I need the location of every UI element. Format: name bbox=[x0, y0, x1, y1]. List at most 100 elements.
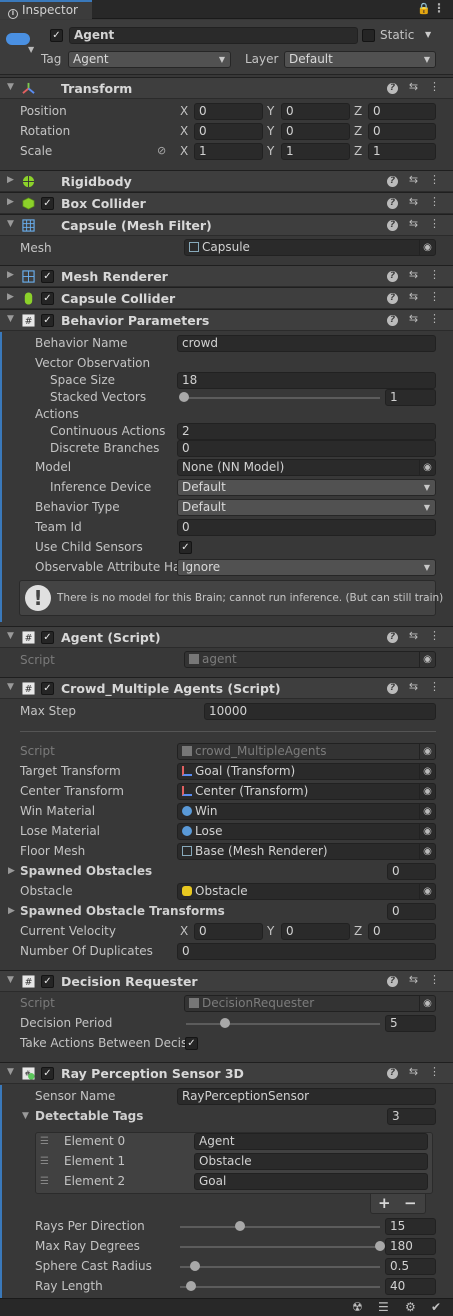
remove-element-button[interactable]: − bbox=[404, 1194, 417, 1212]
help-icon[interactable]: ? bbox=[387, 220, 398, 231]
fold-arrow-icon[interactable]: ▼ bbox=[7, 682, 14, 692]
object-picker-icon[interactable]: ◉ bbox=[419, 240, 435, 255]
fold-arrow-icon[interactable]: ▶ bbox=[7, 270, 14, 280]
component-enabled-checkbox[interactable]: ✓ bbox=[41, 631, 54, 644]
max-step-field[interactable]: 10000 bbox=[204, 703, 436, 720]
box-collider-header[interactable]: ▶ ✓ Box Collider ? ⇆ ⋮ bbox=[0, 192, 453, 214]
component-enabled-checkbox[interactable]: ✓ bbox=[41, 292, 54, 305]
kebab-icon[interactable]: ⋮ bbox=[424, 268, 445, 281]
fold-arrow-icon[interactable]: ▼ bbox=[7, 631, 14, 641]
help-icon[interactable]: ? bbox=[387, 683, 398, 694]
obstacle-field[interactable]: Obstacle ◉ bbox=[177, 883, 436, 900]
transform-header[interactable]: ▼ Transform ? ⇆ ⋮ bbox=[0, 77, 453, 99]
preset-icon[interactable]: ⇆ bbox=[403, 1065, 424, 1078]
rotation-z-field[interactable]: 0 bbox=[368, 123, 436, 140]
floor-mesh-field[interactable]: Base (Mesh Renderer) ◉ bbox=[177, 843, 436, 860]
gameobject-name-field[interactable]: Agent bbox=[69, 27, 358, 44]
team-id-field[interactable]: 0 bbox=[177, 519, 436, 536]
decision-period-slider[interactable] bbox=[186, 1023, 380, 1025]
tag-dropdown[interactable]: Agent bbox=[68, 51, 231, 68]
scale-x-field[interactable]: 1 bbox=[194, 143, 263, 160]
object-picker-icon[interactable]: ◉ bbox=[419, 884, 435, 899]
ray-length-slider[interactable] bbox=[180, 1286, 380, 1288]
kebab-icon[interactable]: ⋮ bbox=[424, 173, 445, 186]
fold-arrow-icon[interactable]: ▶ bbox=[7, 175, 14, 185]
fold-arrow-icon[interactable]: ▼ bbox=[7, 219, 14, 229]
lock-icon[interactable]: 🔒 bbox=[417, 2, 431, 15]
help-icon[interactable]: ? bbox=[387, 293, 398, 304]
sphere-cast-radius-slider[interactable] bbox=[180, 1266, 380, 1268]
kebab-icon[interactable]: ⋮ bbox=[424, 629, 445, 642]
component-enabled-checkbox[interactable]: ✓ bbox=[41, 975, 54, 988]
kebab-menu-icon[interactable]: ⋮ bbox=[433, 1, 445, 15]
decision-requester-header[interactable]: ▼ # ✓ Decision Requester ? ⇆ ⋮ bbox=[0, 970, 453, 992]
agent-script-header[interactable]: ▼ # ✓ Agent (Script) ? ⇆ ⋮ bbox=[0, 626, 453, 648]
mesh-renderer-header[interactable]: ▶ ✓ Mesh Renderer ? ⇆ ⋮ bbox=[0, 265, 453, 287]
discrete-branches-field[interactable]: 0 bbox=[177, 440, 436, 457]
scale-z-field[interactable]: 1 bbox=[368, 143, 436, 160]
number-of-duplicates-field[interactable]: 0 bbox=[177, 943, 436, 960]
help-icon[interactable]: ? bbox=[387, 315, 398, 326]
preset-icon[interactable]: ⇆ bbox=[403, 290, 424, 303]
crowd-script-header[interactable]: ▼ # ✓ Crowd_Multiple Agents (Script) ? ⇆ ⋮ bbox=[0, 677, 453, 699]
fold-arrow-icon[interactable]: ▶ bbox=[8, 866, 15, 876]
help-icon[interactable]: ? bbox=[387, 1068, 398, 1079]
velocity-x-field[interactable]: 0 bbox=[194, 923, 263, 940]
help-icon[interactable]: ? bbox=[387, 176, 398, 187]
ray-length-knob[interactable] bbox=[186, 1281, 196, 1291]
preset-icon[interactable]: ⇆ bbox=[403, 680, 424, 693]
kebab-icon[interactable]: ⋮ bbox=[424, 80, 445, 93]
icon-dropdown-icon[interactable]: ▼ bbox=[28, 45, 34, 54]
constrain-proportions-icon[interactable]: ⊘ bbox=[157, 144, 166, 157]
stacked-vectors-slider[interactable] bbox=[184, 397, 380, 399]
static-checkbox[interactable] bbox=[362, 29, 375, 42]
max-ray-degrees-field[interactable]: 180 bbox=[385, 1238, 436, 1255]
win-material-field[interactable]: Win ◉ bbox=[177, 803, 436, 820]
fold-arrow-icon[interactable]: ▼ bbox=[7, 1067, 14, 1077]
component-enabled-checkbox[interactable]: ✓ bbox=[41, 270, 54, 283]
rays-per-direction-knob[interactable] bbox=[235, 1221, 245, 1231]
behavior-parameters-header[interactable]: ▼ # ✓ Behavior Parameters ? ⇆ ⋮ bbox=[0, 309, 453, 331]
inference-device-dropdown[interactable]: Default bbox=[177, 479, 436, 496]
behavior-type-dropdown[interactable]: Default bbox=[177, 499, 436, 516]
element-2-field[interactable]: Goal bbox=[194, 1173, 428, 1190]
component-enabled-checkbox[interactable]: ✓ bbox=[41, 314, 54, 327]
preset-icon[interactable]: ⇆ bbox=[403, 629, 424, 642]
component-enabled-checkbox[interactable]: ✓ bbox=[41, 197, 54, 210]
static-dropdown-icon[interactable]: ▼ bbox=[425, 30, 431, 39]
space-size-field[interactable]: 18 bbox=[177, 372, 436, 389]
component-enabled-checkbox[interactable]: ✓ bbox=[41, 682, 54, 695]
kebab-icon[interactable]: ⋮ bbox=[424, 680, 445, 693]
kebab-icon[interactable]: ⋮ bbox=[424, 290, 445, 303]
gizmos-off-icon[interactable]: ⚙ bbox=[405, 1300, 416, 1314]
position-z-field[interactable]: 0 bbox=[368, 103, 436, 120]
layer-dropdown[interactable]: Default bbox=[284, 51, 436, 68]
preset-icon[interactable]: ⇆ bbox=[403, 973, 424, 986]
mesh-filter-header[interactable]: ▼ Capsule (Mesh Filter) ? ⇆ ⋮ bbox=[0, 214, 453, 236]
model-object-field[interactable]: None (NN Model) ◉ bbox=[177, 459, 436, 476]
velocity-z-field[interactable]: 0 bbox=[368, 923, 436, 940]
rotation-x-field[interactable]: 0 bbox=[194, 123, 263, 140]
detectable-tags-label[interactable]: Detectable Tags bbox=[35, 1109, 143, 1123]
rotation-y-field[interactable]: 0 bbox=[281, 123, 350, 140]
stacked-vectors-field[interactable]: 1 bbox=[385, 389, 436, 406]
kebab-icon[interactable]: ⋮ bbox=[424, 312, 445, 325]
position-x-field[interactable]: 0 bbox=[194, 103, 263, 120]
object-picker-icon[interactable]: ◉ bbox=[419, 824, 435, 839]
spawned-obstacles-size-field[interactable]: 0 bbox=[387, 863, 436, 880]
decision-period-field[interactable]: 5 bbox=[385, 1015, 436, 1032]
element-0-field[interactable]: Agent bbox=[194, 1133, 428, 1150]
rigidbody-header[interactable]: ▶ Rigidbody ? ⇆ ⋮ bbox=[0, 170, 453, 192]
ray-length-field[interactable]: 40 bbox=[385, 1278, 436, 1295]
add-element-button[interactable]: + bbox=[378, 1194, 391, 1212]
fold-arrow-icon[interactable]: ▼ bbox=[7, 314, 14, 324]
help-icon[interactable]: ? bbox=[387, 198, 398, 209]
fold-arrow-icon[interactable]: ▶ bbox=[7, 197, 14, 207]
kebab-icon[interactable]: ⋮ bbox=[424, 1065, 445, 1078]
preset-icon[interactable]: ⇆ bbox=[403, 195, 424, 208]
take-actions-checkbox[interactable]: ✓ bbox=[185, 1037, 198, 1050]
observable-attribute-dropdown[interactable]: Ignore bbox=[177, 559, 436, 576]
drag-handle-icon[interactable]: ☰ bbox=[40, 1156, 49, 1167]
help-icon[interactable]: ? bbox=[387, 271, 398, 282]
continuous-actions-field[interactable]: 2 bbox=[177, 423, 436, 440]
